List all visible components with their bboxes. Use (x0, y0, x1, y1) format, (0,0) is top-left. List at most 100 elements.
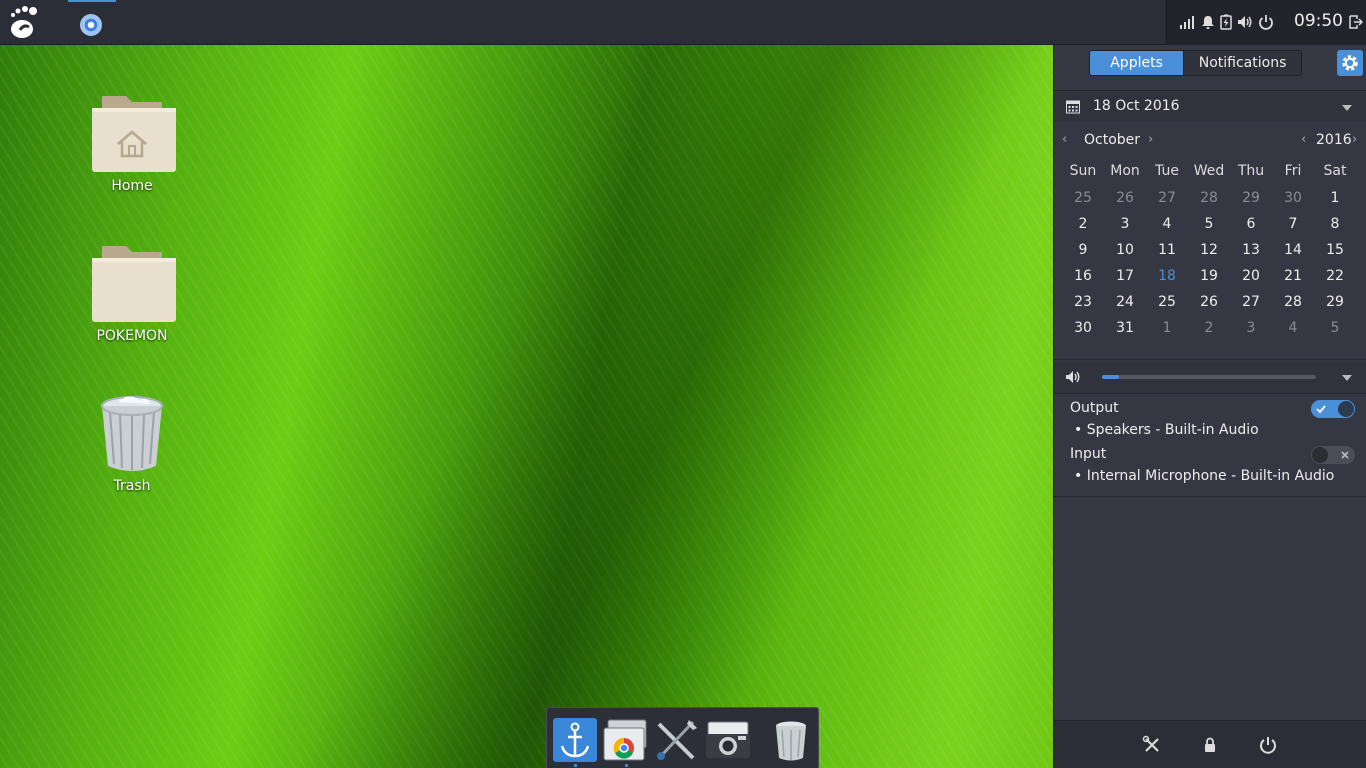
output-device[interactable]: • Speakers - Built-in Audio (1074, 422, 1259, 438)
calendar-day[interactable]: 20 (1230, 263, 1272, 289)
calendar-day[interactable]: 3 (1230, 315, 1272, 341)
weekday-label: Tue (1155, 163, 1179, 179)
calendar-day[interactable]: 15 (1314, 237, 1356, 263)
next-year-icon[interactable]: › (1352, 132, 1357, 147)
output-toggle[interactable] (1311, 400, 1355, 418)
calendar-day[interactable]: 30 (1062, 315, 1104, 341)
input-device-name: Internal Microphone - Built-in Audio (1086, 468, 1335, 484)
dock-running-indicator (574, 764, 577, 767)
calendar-week-row: 9 10 11 12 13 14 15 (1062, 237, 1362, 263)
notification-bell-icon[interactable] (1200, 14, 1216, 30)
year-label: 2016 (1316, 132, 1352, 148)
calendar-day[interactable]: 3 (1104, 211, 1146, 237)
input-label: Input (1070, 446, 1107, 462)
calendar-day[interactable]: 27 (1230, 289, 1272, 315)
output-label: Output (1070, 400, 1119, 416)
calendar-day[interactable]: 24 (1104, 289, 1146, 315)
calendar-day[interactable]: 28 (1188, 185, 1230, 211)
prev-year-icon[interactable]: ‹ (1301, 132, 1306, 147)
calendar-header[interactable]: 18 Oct 2016 (1054, 92, 1366, 122)
calendar-day[interactable]: 7 (1272, 211, 1314, 237)
calendar-day[interactable]: 26 (1188, 289, 1230, 315)
weekday-label: Mon (1110, 163, 1140, 179)
calendar-day[interactable]: 14 (1272, 237, 1314, 263)
chromium-icon (80, 14, 102, 36)
taskbar-item-browser[interactable] (68, 0, 116, 45)
camera-screenshot-icon (706, 721, 750, 758)
weekday-header-row: Sun Mon Tue Wed Thu Fri Sat (1062, 161, 1362, 185)
tools-settings-icon[interactable] (1142, 735, 1162, 755)
calendar-day[interactable]: 16 (1062, 263, 1104, 289)
network-signal-icon[interactable] (1179, 14, 1195, 30)
desktop-icon-pokemon[interactable]: POKEMON (77, 238, 187, 344)
input-toggle[interactable] (1311, 446, 1355, 464)
calendar-day[interactable]: 27 (1146, 185, 1188, 211)
prev-month-icon[interactable]: ‹ (1062, 132, 1067, 147)
tab-notifications[interactable]: Notifications (1183, 51, 1301, 75)
power-icon[interactable] (1258, 14, 1274, 30)
calendar-day[interactable]: 21 (1272, 263, 1314, 289)
chevron-down-icon[interactable] (1342, 105, 1352, 111)
side-panel: Applets Notifications 18 Oct 2016 ‹ Octo… (1053, 45, 1366, 768)
calendar-day[interactable]: 6 (1230, 211, 1272, 237)
logout-icon[interactable] (1347, 14, 1363, 30)
desktop-icon-label: Home (111, 178, 153, 194)
calendar-day[interactable]: 1 (1314, 185, 1356, 211)
dock-item-anchor[interactable] (551, 716, 599, 764)
calendar-day[interactable]: 5 (1314, 315, 1356, 341)
volume-icon[interactable] (1237, 14, 1253, 30)
calendar-day[interactable]: 9 (1062, 237, 1104, 263)
desktop-icon-trash[interactable]: Trash (77, 390, 187, 494)
chevron-down-icon[interactable] (1342, 375, 1352, 381)
calendar-day[interactable]: 17 (1104, 263, 1146, 289)
battery-charging-icon[interactable] (1218, 14, 1234, 30)
calendar-day[interactable]: 4 (1146, 211, 1188, 237)
calendar-day[interactable]: 29 (1314, 289, 1356, 315)
dock-item-screenshot[interactable] (704, 716, 752, 764)
calendar-day[interactable]: 4 (1272, 315, 1314, 341)
tab-applets[interactable]: Applets (1090, 51, 1184, 75)
calendar-day[interactable]: 25 (1146, 289, 1188, 315)
panel-settings-button[interactable] (1337, 50, 1363, 76)
calendar-day[interactable]: 23 (1062, 289, 1104, 315)
clock[interactable]: 09:50 (1294, 11, 1343, 31)
calendar-week-row: 23 24 25 26 27 28 29 (1062, 289, 1362, 315)
calendar-day[interactable]: 5 (1188, 211, 1230, 237)
calendar-day[interactable]: 26 (1104, 185, 1146, 211)
dock-running-indicator (625, 764, 628, 767)
calendar-day[interactable]: 10 (1104, 237, 1146, 263)
sound-header (1054, 361, 1366, 393)
weekday-label: Fri (1284, 163, 1302, 179)
calendar-day[interactable]: 22 (1314, 263, 1356, 289)
volume-slider[interactable] (1102, 375, 1316, 379)
speaker-icon[interactable] (1065, 370, 1081, 384)
calendar-day[interactable]: 19 (1188, 263, 1230, 289)
panel-action-bar (1054, 720, 1366, 768)
calendar-day[interactable]: 31 (1104, 315, 1146, 341)
gnome-foot-icon[interactable] (6, 4, 40, 40)
calendar-day-today[interactable]: 18 (1146, 263, 1188, 289)
power-icon[interactable] (1258, 735, 1278, 755)
separator (1054, 496, 1366, 497)
next-month-icon[interactable]: › (1148, 132, 1153, 147)
calendar-day[interactable]: 13 (1230, 237, 1272, 263)
desktop-icon-home[interactable]: Home (77, 88, 187, 194)
close-icon (1341, 451, 1349, 459)
dock-item-trash[interactable] (767, 716, 815, 764)
calendar-day[interactable]: 1 (1146, 315, 1188, 341)
calendar-day[interactable]: 30 (1272, 185, 1314, 211)
calendar-day[interactable]: 2 (1062, 211, 1104, 237)
calendar-day[interactable]: 25 (1062, 185, 1104, 211)
lock-icon[interactable] (1200, 735, 1220, 755)
calendar-day[interactable]: 11 (1146, 237, 1188, 263)
dock-item-browser-windows[interactable] (602, 716, 650, 764)
separator (1054, 90, 1366, 91)
calendar-day[interactable]: 29 (1230, 185, 1272, 211)
trash-can-icon (101, 396, 163, 471)
calendar-day[interactable]: 12 (1188, 237, 1230, 263)
calendar-day[interactable]: 28 (1272, 289, 1314, 315)
dock-item-tools[interactable] (653, 716, 701, 764)
calendar-day[interactable]: 2 (1188, 315, 1230, 341)
input-device[interactable]: • Internal Microphone - Built-in Audio (1074, 468, 1334, 484)
calendar-day[interactable]: 8 (1314, 211, 1356, 237)
